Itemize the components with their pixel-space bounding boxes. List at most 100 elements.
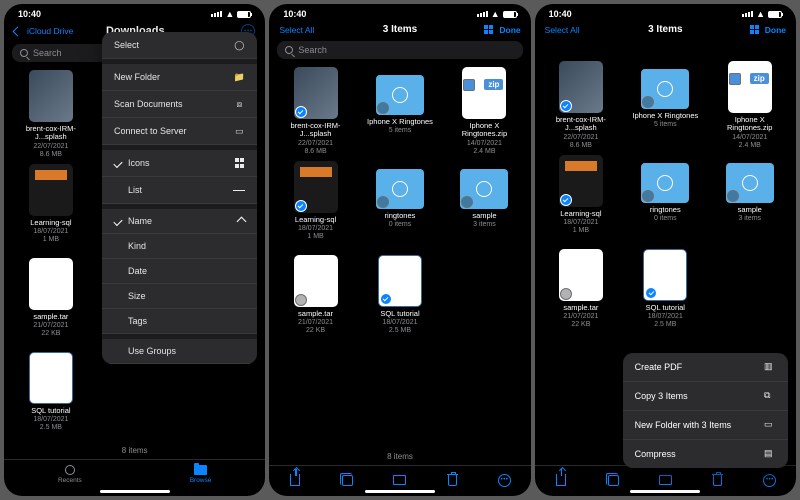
file-item[interactable]: SQL tutorial18/07/20212.5 MB [10, 352, 92, 442]
file-item[interactable]: Learning-sql18/07/20211 MB [10, 164, 92, 256]
menu-select[interactable]: Select◯ [102, 32, 257, 59]
file-item[interactable]: brent-cox-IRM-J...splash22/07/20218.6 MB [275, 67, 355, 159]
file-item[interactable]: zipIphone X Ringtones.zip14/07/20212.4 M… [710, 61, 790, 153]
home-indicator[interactable] [100, 490, 170, 493]
file-item[interactable]: Learning-sql18/07/20211 MB [541, 155, 621, 247]
back-button[interactable]: iCloud Drive [14, 26, 73, 36]
footer-count: 8 items [4, 442, 265, 459]
done-button[interactable]: Done [499, 25, 520, 35]
delete-button[interactable] [444, 472, 460, 488]
move-button[interactable] [392, 472, 408, 488]
file-item[interactable]: sample.tar21/07/202122 KB [10, 258, 92, 350]
move-button[interactable] [657, 472, 673, 488]
signal-icon [742, 11, 753, 17]
ctx-new-folder[interactable]: New Folder with 3 Items▭ [623, 411, 788, 440]
menu-connect-server[interactable]: Connect to Server▭ [102, 118, 257, 145]
menu-new-folder[interactable]: New Folder📁 [102, 64, 257, 91]
more-button[interactable]: ••• [497, 472, 513, 488]
file-name: sample [738, 206, 762, 214]
duplicate-icon [608, 475, 619, 486]
file-meta: 14/07/20212.4 MB [732, 134, 767, 150]
file-item[interactable]: Learning-sql18/07/20211 MB [275, 161, 355, 253]
share-button[interactable] [287, 472, 303, 488]
ellipsis-circle-icon: ••• [498, 474, 511, 487]
delete-button[interactable] [710, 472, 726, 488]
file-item[interactable]: Iphone X Ringtones5 items [360, 67, 440, 159]
file-item[interactable]: ringtones0 items [625, 155, 705, 247]
unselected-ring [729, 73, 741, 85]
more-button[interactable]: ••• [762, 472, 778, 488]
tab-browse[interactable]: Browse [190, 464, 212, 484]
file-thumbnail [726, 163, 774, 203]
done-button[interactable]: Done [765, 25, 786, 35]
ctx-copy[interactable]: Copy 3 Items⧉ [623, 382, 788, 411]
select-all-button[interactable]: Select All [279, 25, 314, 35]
file-item[interactable]: brent-cox-IRM-J...splash22/07/20218.6 MB [541, 61, 621, 153]
file-item[interactable]: sample.tar21/07/202122 KB [541, 249, 621, 341]
file-name: Learning-sql [30, 219, 71, 227]
status-indicators: ▲ [742, 9, 782, 19]
file-thumbnail [294, 255, 338, 307]
file-thumbnail [376, 169, 424, 209]
view-toggle-button[interactable] [484, 25, 493, 34]
menu-view-icons[interactable]: Icons [102, 150, 257, 177]
share-button[interactable] [553, 472, 569, 488]
menu-use-groups[interactable]: Use Groups [102, 339, 257, 364]
file-name: ringtones [385, 212, 416, 220]
chevron-up-icon [237, 216, 247, 226]
selected-badge [380, 293, 392, 305]
file-item[interactable]: ringtones0 items [360, 161, 440, 253]
scan-icon: ⧈ [233, 98, 245, 110]
duplicate-icon [342, 475, 353, 486]
file-item[interactable]: zipIphone X Ringtones.zip14/07/20212.4 M… [444, 67, 524, 159]
view-toggle-button[interactable] [750, 25, 759, 34]
home-indicator[interactable] [365, 490, 435, 493]
clock-icon [65, 465, 75, 475]
file-item[interactable]: sample3 items [710, 155, 790, 247]
file-thumbnail [294, 161, 338, 213]
duplicate-button[interactable] [605, 472, 621, 488]
menu-sort-kind[interactable]: Kind [102, 234, 257, 259]
file-item[interactable]: brent-cox-IRM-J...splash22/07/20218.6 MB [10, 70, 92, 162]
share-icon [290, 474, 300, 486]
selection-title: 3 Items [603, 24, 728, 35]
tab-bar: Recents Browse [4, 459, 265, 490]
file-item[interactable]: SQL tutorial18/07/20212.5 MB [360, 255, 440, 347]
file-name: SQL tutorial [380, 310, 419, 318]
status-time: 10:40 [18, 9, 41, 19]
menu-view-list[interactable]: List [102, 177, 257, 204]
file-item[interactable]: sample.tar21/07/202122 KB [275, 255, 355, 347]
file-meta: 5 items [654, 121, 677, 129]
file-item[interactable]: SQL tutorial18/07/20212.5 MB [625, 249, 705, 341]
file-meta: 14/07/20212.4 MB [467, 140, 502, 156]
file-item[interactable]: Iphone X Ringtones5 items [625, 61, 705, 153]
menu-sort-tags[interactable]: Tags [102, 309, 257, 334]
menu-scan-documents[interactable]: Scan Documents⧈ [102, 91, 257, 118]
search-bar[interactable]: Search [277, 41, 522, 59]
file-name: Iphone X Ringtones.zip [449, 122, 519, 139]
menu-sort-date[interactable]: Date [102, 259, 257, 284]
folder-plus-icon: 📁 [233, 71, 245, 83]
menu-sort-name[interactable]: Name [102, 209, 257, 234]
ellipsis-circle-icon: ••• [763, 474, 776, 487]
action-toolbar: ••• [535, 465, 796, 490]
file-thumbnail [376, 75, 424, 115]
menu-sort-size[interactable]: Size [102, 284, 257, 309]
file-name: brent-cox-IRM-J...splash [546, 116, 616, 133]
ctx-compress[interactable]: Compress▤ [623, 440, 788, 468]
home-indicator[interactable] [630, 490, 700, 493]
file-name: brent-cox-IRM-J...splash [281, 122, 351, 139]
check-icon [113, 158, 122, 167]
status-indicators: ▲ [211, 9, 251, 19]
select-all-button[interactable]: Select All [545, 25, 580, 35]
check-icon [113, 216, 122, 225]
unselected-ring [727, 190, 739, 202]
chevron-left-icon [13, 26, 23, 36]
file-thumbnail [643, 249, 687, 301]
duplicate-button[interactable] [340, 472, 356, 488]
file-thumbnail [29, 352, 73, 404]
battery-icon [237, 11, 251, 18]
file-item[interactable]: sample3 items [444, 161, 524, 253]
tab-recents[interactable]: Recents [58, 464, 82, 484]
ctx-create-pdf[interactable]: Create PDF▥ [623, 353, 788, 382]
